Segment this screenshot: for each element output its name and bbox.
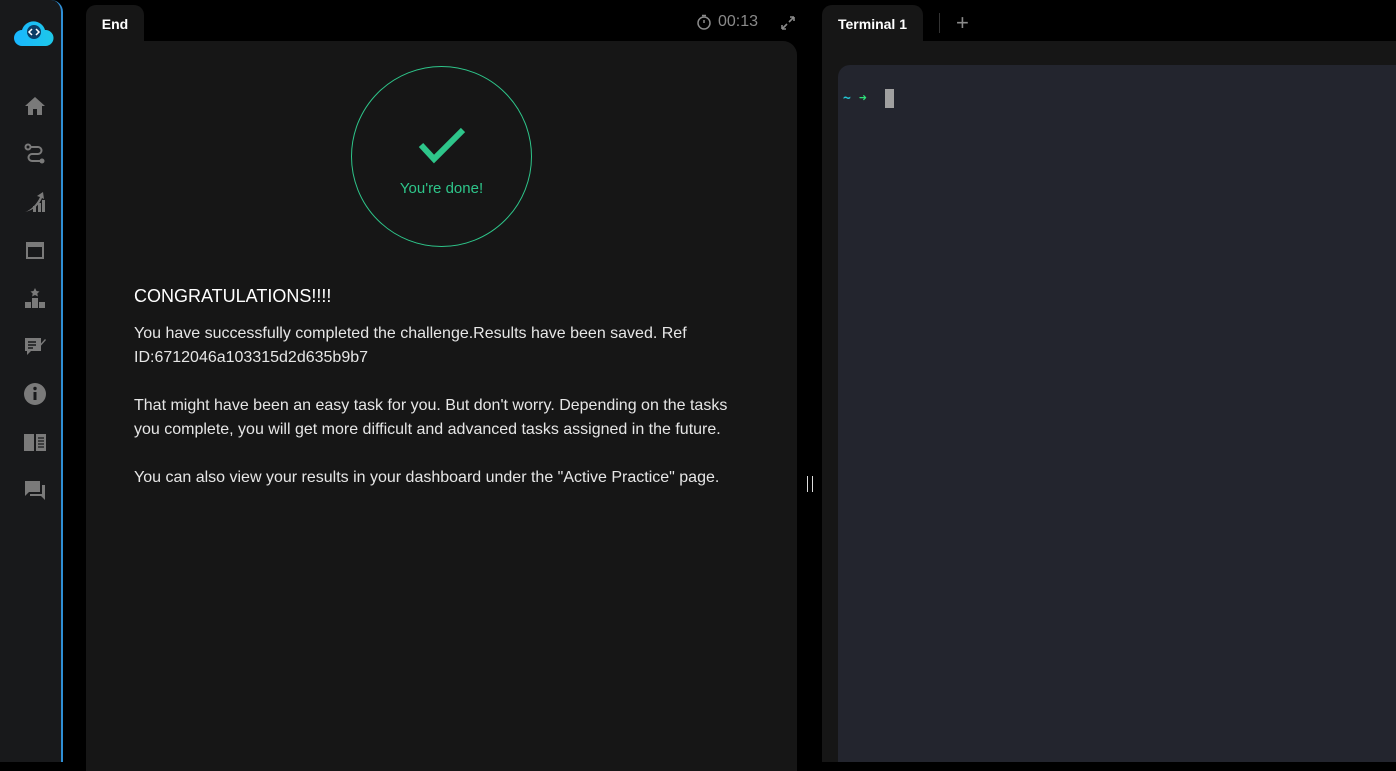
result-paragraph: That might have been an easy task for yo… [134,397,728,438]
tab-label: End [101,15,129,32]
home-icon[interactable] [22,93,48,119]
progress-icon[interactable] [22,189,48,215]
stopwatch-icon [697,14,711,30]
timer: 00:13 [696,13,758,31]
done-badge: You're done! [351,66,532,247]
tab-divider [939,13,940,33]
result-paragraph: You have successfully completed the chal… [134,325,687,366]
prompt-tilde: ~ [843,91,851,106]
calendar-icon[interactable] [22,237,48,263]
prompt-arrow: ➜ [858,91,867,106]
terminal-cursor [884,89,894,108]
tab-end[interactable]: End [86,5,144,42]
chat-icon[interactable] [22,477,48,503]
checkmark-icon [418,127,466,164]
timer-value: 00:13 [718,13,759,30]
panel-resize-handle[interactable] [807,476,813,492]
feedback-icon[interactable] [22,333,48,359]
result-title: CONGRATULATIONS!!!! [134,286,332,306]
logo-icon[interactable] [14,20,54,46]
add-terminal-button[interactable]: + [956,10,969,36]
expand-icon[interactable] [780,15,796,31]
leaderboard-icon[interactable] [22,285,48,311]
docs-icon[interactable] [22,429,48,455]
done-label: You're done! [399,180,484,197]
terminal[interactable]: ~ ➜ [838,65,1396,762]
info-icon[interactable] [22,381,48,407]
roadmap-icon[interactable] [22,141,48,167]
tab-label: Terminal 1 [838,15,907,32]
sidebar [0,0,63,762]
result-paragraph: You can also view your results in your d… [134,469,720,486]
tab-terminal-1[interactable]: Terminal 1 [822,5,923,42]
task-panel: You're done! CONGRATULATIONS!!!! You hav… [86,41,797,771]
